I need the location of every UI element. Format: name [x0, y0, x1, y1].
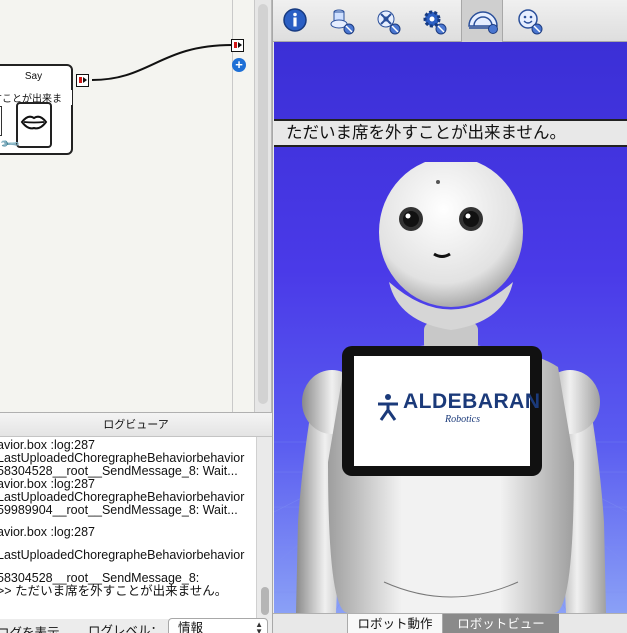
left-panel: Say すことが出来ま 🔧 + ログビューア avior.box :log:28…	[0, 0, 272, 633]
say-box-title: Say	[24, 71, 43, 82]
settings-icon	[423, 10, 447, 35]
log-line: LastUploadedChoregrapheBehaviorbehavior	[0, 450, 245, 465]
log-line: LastUploadedChoregrapheBehaviorbehavior	[0, 489, 245, 504]
tablet-logo: ALDEBARAN Robotics	[373, 388, 541, 428]
joint-button[interactable]	[369, 3, 405, 37]
show-log-toggle[interactable]: ログを表示	[0, 622, 60, 633]
box-output-port[interactable]	[76, 74, 89, 87]
box-frame	[0, 106, 2, 136]
add-output-icon[interactable]: +	[232, 58, 246, 72]
log-output[interactable]: avior.box :log:287 LastUploadedChoregrap…	[0, 437, 256, 619]
log-level-value: 情報	[178, 621, 204, 633]
info-icon	[283, 8, 307, 32]
log-viewer: ログビューア avior.box :log:287 LastUploadedCh…	[0, 412, 272, 633]
aldebaran-subtitle: Robotics	[445, 414, 480, 425]
log-line: 59989904__root__SendMessage_8: Wait...	[0, 502, 238, 517]
joint-icon	[377, 10, 401, 35]
tab-robot-view[interactable]: ロボットビュー	[443, 614, 559, 633]
updown-arrow-icon: ▲ ▼	[255, 620, 263, 633]
view-tabs: ロボット動作 ロボットビュー	[273, 613, 627, 633]
robot-hardware-button[interactable]	[323, 3, 359, 37]
flow-diagram-canvas[interactable]: Say すことが出来ま 🔧 +	[0, 0, 272, 412]
face-icon	[518, 9, 543, 35]
log-footer: ログを表示 ログレベル： 情報 ▲ ▼	[0, 618, 272, 633]
log-level-select[interactable]: 情報 ▲ ▼	[168, 618, 268, 633]
log-line: avior.box :log:287	[0, 525, 95, 540]
lips-icon	[20, 115, 48, 130]
say-box-icon-frame	[16, 102, 52, 148]
log-line: avior.box :log:287	[0, 476, 95, 491]
robot-view-toolbar	[273, 0, 627, 42]
aldebaran-logo-icon	[378, 394, 398, 421]
log-viewer-title: ログビューア	[0, 412, 272, 437]
flow-scroll-thumb[interactable]	[258, 4, 268, 404]
log-line: LastUploadedChoregrapheBehaviorbehavior	[0, 548, 245, 563]
behavior-output-port[interactable]	[231, 39, 244, 52]
aldebaran-wordmark: ALDEBARAN	[403, 390, 541, 413]
robot-view-panel: ただいま席を外すことが出来ません。 ALDEBARAN Robotics ロボッ…	[272, 0, 627, 633]
robot-view-button[interactable]	[461, 0, 503, 42]
say-box[interactable]: Say すことが出来ま 🔧	[0, 64, 73, 155]
log-line: avior.box :log:287	[0, 438, 95, 452]
log-scrollbar[interactable]	[256, 437, 272, 619]
settings-button[interactable]	[415, 3, 451, 37]
tab-robot-motion[interactable]: ロボット動作	[347, 614, 443, 633]
speech-text-bar: ただいま席を外すことが出来ません。	[274, 119, 627, 147]
log-line: 58304528__root__SendMessage_8: Wait...	[0, 463, 238, 478]
robot-hardware-icon	[330, 9, 355, 35]
log-line: >> ただいま席を外すことが出来ません。	[0, 584, 228, 599]
robot-view-icon	[468, 11, 498, 34]
robot-3d-viewport[interactable]: ただいま席を外すことが出来ません。 ALDEBARAN Robotics	[274, 42, 627, 613]
info-button[interactable]	[277, 3, 313, 37]
log-scroll-thumb[interactable]	[261, 587, 269, 615]
face-button[interactable]	[511, 3, 547, 37]
log-level-label: ログレベル：	[88, 624, 164, 633]
flow-scrollbar[interactable]	[254, 0, 271, 412]
